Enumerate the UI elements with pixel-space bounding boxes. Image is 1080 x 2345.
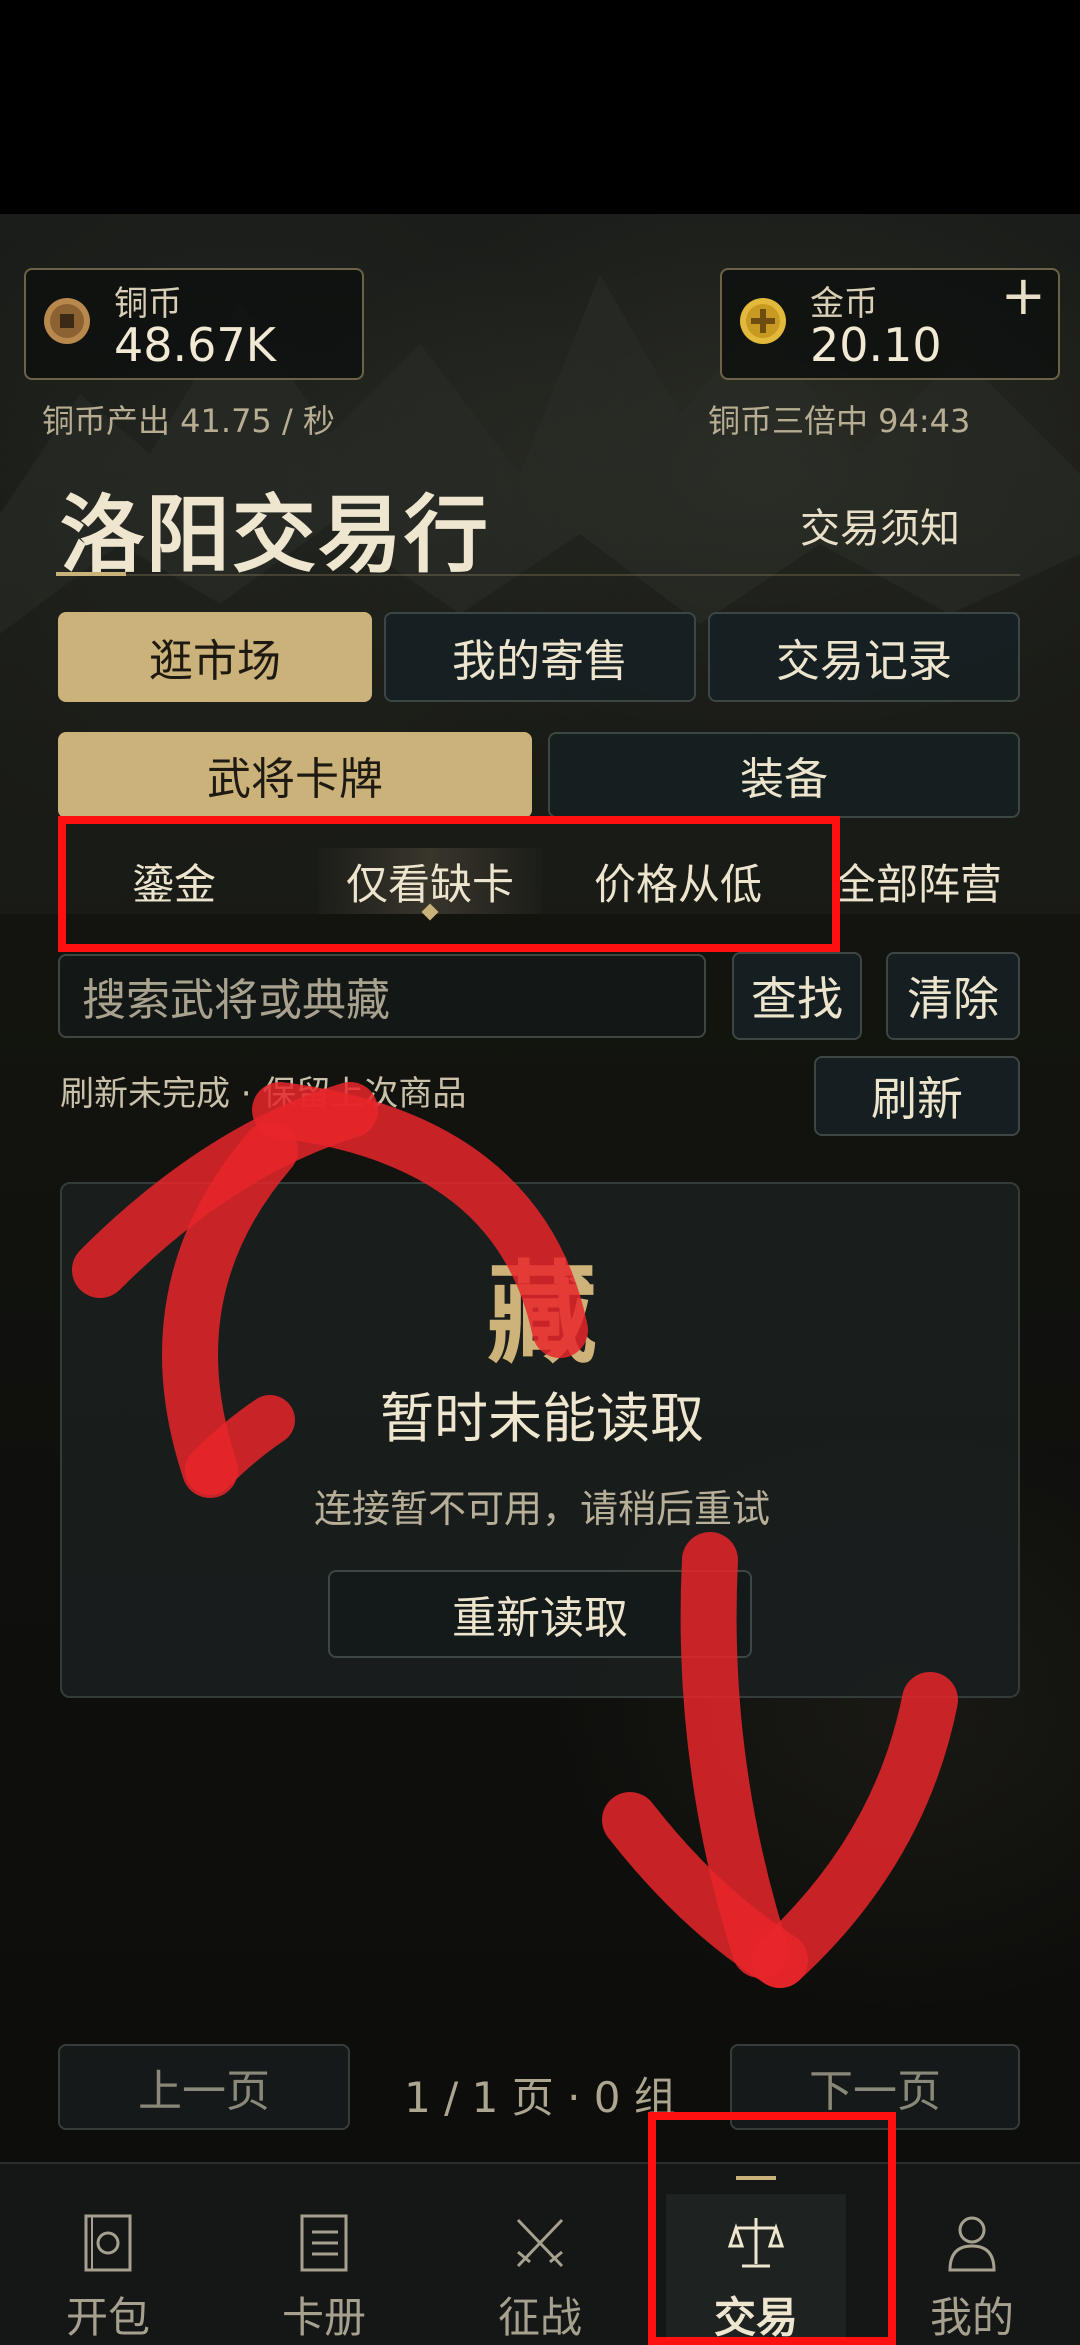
annotation-arrows [72,1082,958,1988]
screen: 铜币 48.67K 铜币产出 41.75 / 秒 金币 20.10 + 铜币三倍… [0,0,1080,2345]
